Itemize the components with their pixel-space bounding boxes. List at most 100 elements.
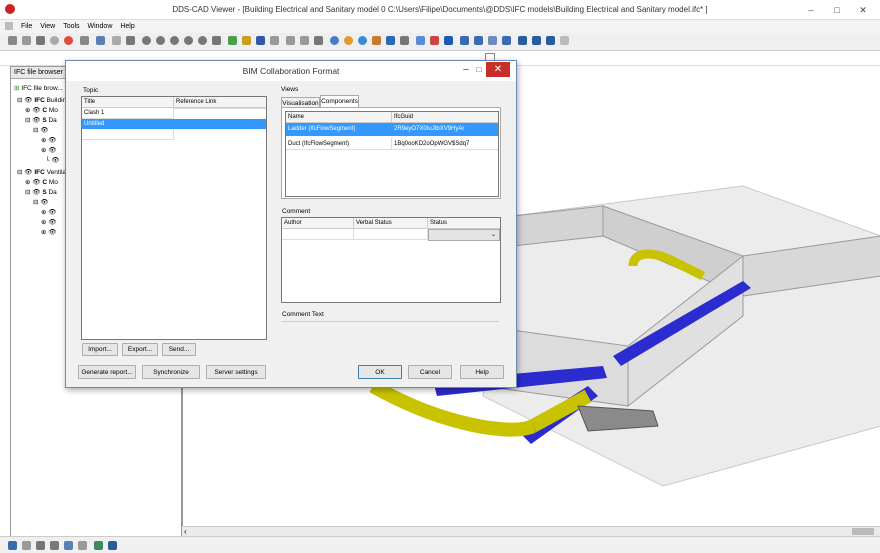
chart-icon[interactable] xyxy=(502,36,511,45)
snap-icon[interactable] xyxy=(416,36,425,45)
select-icon[interactable] xyxy=(96,36,105,45)
box-icon[interactable] xyxy=(212,36,221,45)
status-icon-7[interactable] xyxy=(94,541,103,550)
help-button[interactable]: Help xyxy=(460,365,504,379)
status-icon-2[interactable] xyxy=(22,541,31,550)
refresh-icon[interactable] xyxy=(228,36,237,45)
status-icon-1[interactable] xyxy=(8,541,17,550)
verbal-status-cell[interactable] xyxy=(354,229,428,240)
globe-icon[interactable] xyxy=(330,36,339,45)
search-icon[interactable] xyxy=(270,36,279,45)
dialog-maximize-icon[interactable]: □ xyxy=(473,62,485,77)
menu-view[interactable]: View xyxy=(40,20,55,33)
air-icon[interactable] xyxy=(386,36,395,45)
menu-help[interactable]: Help xyxy=(120,20,134,33)
sphere-icon-3[interactable] xyxy=(170,36,179,45)
tree-item[interactable]: ⊟ 👁 xyxy=(33,126,49,134)
open-icon[interactable] xyxy=(36,36,45,45)
tree-item[interactable]: ⊕ 👁 xyxy=(41,218,57,226)
status-icon-5[interactable] xyxy=(64,541,73,550)
col-ifcguid[interactable]: IfcGuid xyxy=(392,112,498,123)
chevron-down-icon[interactable]: ⌄ xyxy=(489,230,498,240)
close-icon[interactable]: ✕ xyxy=(852,3,874,17)
scroll-thumb[interactable] xyxy=(852,528,874,535)
tree-item[interactable]: ⊕ 👁 xyxy=(41,228,57,236)
settings-icon[interactable] xyxy=(560,36,569,45)
grid-icon[interactable] xyxy=(112,36,121,45)
author-cell[interactable] xyxy=(282,229,354,240)
zoom-icon[interactable] xyxy=(80,36,89,45)
topic-row-title[interactable]: Clash 1 xyxy=(82,108,174,119)
status-icon-6[interactable] xyxy=(78,541,87,550)
dialog-close-icon[interactable]: ✕ xyxy=(486,62,510,77)
heat-icon[interactable] xyxy=(372,36,381,45)
tree-item[interactable]: ⊟ 👁 IFC Ventila xyxy=(17,168,66,176)
tree-item[interactable]: └ 👁 xyxy=(45,156,60,164)
import-button[interactable]: Import... xyxy=(82,343,118,356)
dimension-icon[interactable] xyxy=(300,36,309,45)
tree-item[interactable]: ⊕ 👁 xyxy=(41,146,57,154)
scroll-left-icon[interactable]: ‹ xyxy=(184,527,187,536)
component-row-guid[interactable]: 1Bq0ooKD2oOpWGV$Sdq7 xyxy=(392,138,498,150)
sphere-icon-4[interactable] xyxy=(184,36,193,45)
person-icon[interactable] xyxy=(242,36,251,45)
generate-report-button[interactable]: Generate report... xyxy=(78,365,136,379)
component-row-name[interactable]: Duct (IfcFlowSegment) xyxy=(286,138,392,150)
status-dropdown[interactable]: ⌄ xyxy=(428,229,500,241)
cut-icon[interactable] xyxy=(314,36,323,45)
menu-tools[interactable]: Tools xyxy=(63,20,79,33)
dialog-minimize-icon[interactable]: – xyxy=(460,62,472,77)
menu-doc-icon[interactable] xyxy=(5,22,13,31)
ok-button[interactable]: OK xyxy=(358,365,402,379)
col-verbal-status[interactable]: Verbal Status xyxy=(354,218,428,229)
panel-icon[interactable] xyxy=(546,36,555,45)
tree-root[interactable]: ⊞ IFC file brow... xyxy=(14,84,63,92)
save-icon[interactable] xyxy=(22,36,31,45)
col-name[interactable]: Name xyxy=(286,112,392,123)
sphere-icon-1[interactable] xyxy=(142,36,151,45)
record-icon[interactable] xyxy=(64,36,73,45)
window-icon[interactable] xyxy=(532,36,541,45)
minimize-icon[interactable]: – xyxy=(800,3,822,17)
col-title[interactable]: Title xyxy=(82,97,174,108)
tree-item[interactable]: ⊕ 👁 xyxy=(41,136,57,144)
comment-text-area[interactable] xyxy=(281,321,499,358)
menu-window[interactable]: Window xyxy=(87,20,112,33)
layer-icon[interactable] xyxy=(126,36,135,45)
synchronize-button[interactable]: Synchronize xyxy=(142,365,200,379)
status-icon-3[interactable] xyxy=(36,541,45,550)
bcf-icon[interactable] xyxy=(444,36,453,45)
maximize-icon[interactable]: □ xyxy=(826,3,848,17)
measure-icon[interactable] xyxy=(286,36,295,45)
export-icon[interactable] xyxy=(488,36,497,45)
col-reference-link[interactable]: Reference Link xyxy=(174,97,266,108)
sphere-icon-2[interactable] xyxy=(156,36,165,45)
sphere-icon-5[interactable] xyxy=(198,36,207,45)
water-icon[interactable] xyxy=(358,36,367,45)
screen-icon[interactable] xyxy=(518,36,527,45)
tree-item[interactable]: ⊟ 👁 S Da xyxy=(25,116,57,124)
component-row-guid[interactable]: 2R9eyO7X0IuJtbXV9HyAr xyxy=(392,123,498,136)
status-icon-4[interactable] xyxy=(50,541,59,550)
menu-file[interactable]: File xyxy=(21,20,32,33)
list-icon[interactable] xyxy=(460,36,469,45)
topic-row-link[interactable] xyxy=(174,108,266,109)
component-row-name[interactable]: Ladder (IfcFlowSegment) xyxy=(286,123,392,136)
server-settings-button[interactable]: Server settings xyxy=(206,365,266,379)
tree-item[interactable]: ⊕ 👁 C Mo xyxy=(25,178,58,186)
tree-item[interactable]: ⊟ 👁 xyxy=(33,198,49,206)
export-button[interactable]: Export... xyxy=(122,343,158,356)
col-author[interactable]: Author xyxy=(282,218,354,229)
topic-row-selected[interactable]: Untitled xyxy=(82,119,266,129)
filter-icon[interactable] xyxy=(400,36,409,45)
table-icon[interactable] xyxy=(474,36,483,45)
cross-icon[interactable] xyxy=(256,36,265,45)
view-icon[interactable] xyxy=(50,36,59,45)
topic-row-empty[interactable] xyxy=(82,130,174,140)
tree-item[interactable]: ⊟ 👁 IFC Buildin xyxy=(17,96,66,104)
tree-item[interactable]: ⊕ 👁 xyxy=(41,208,57,216)
clash-icon[interactable] xyxy=(430,36,439,45)
send-button[interactable]: Send... xyxy=(162,343,196,356)
print-icon[interactable] xyxy=(8,36,17,45)
tree-item[interactable]: ⊕ 👁 C Mo xyxy=(25,106,58,114)
